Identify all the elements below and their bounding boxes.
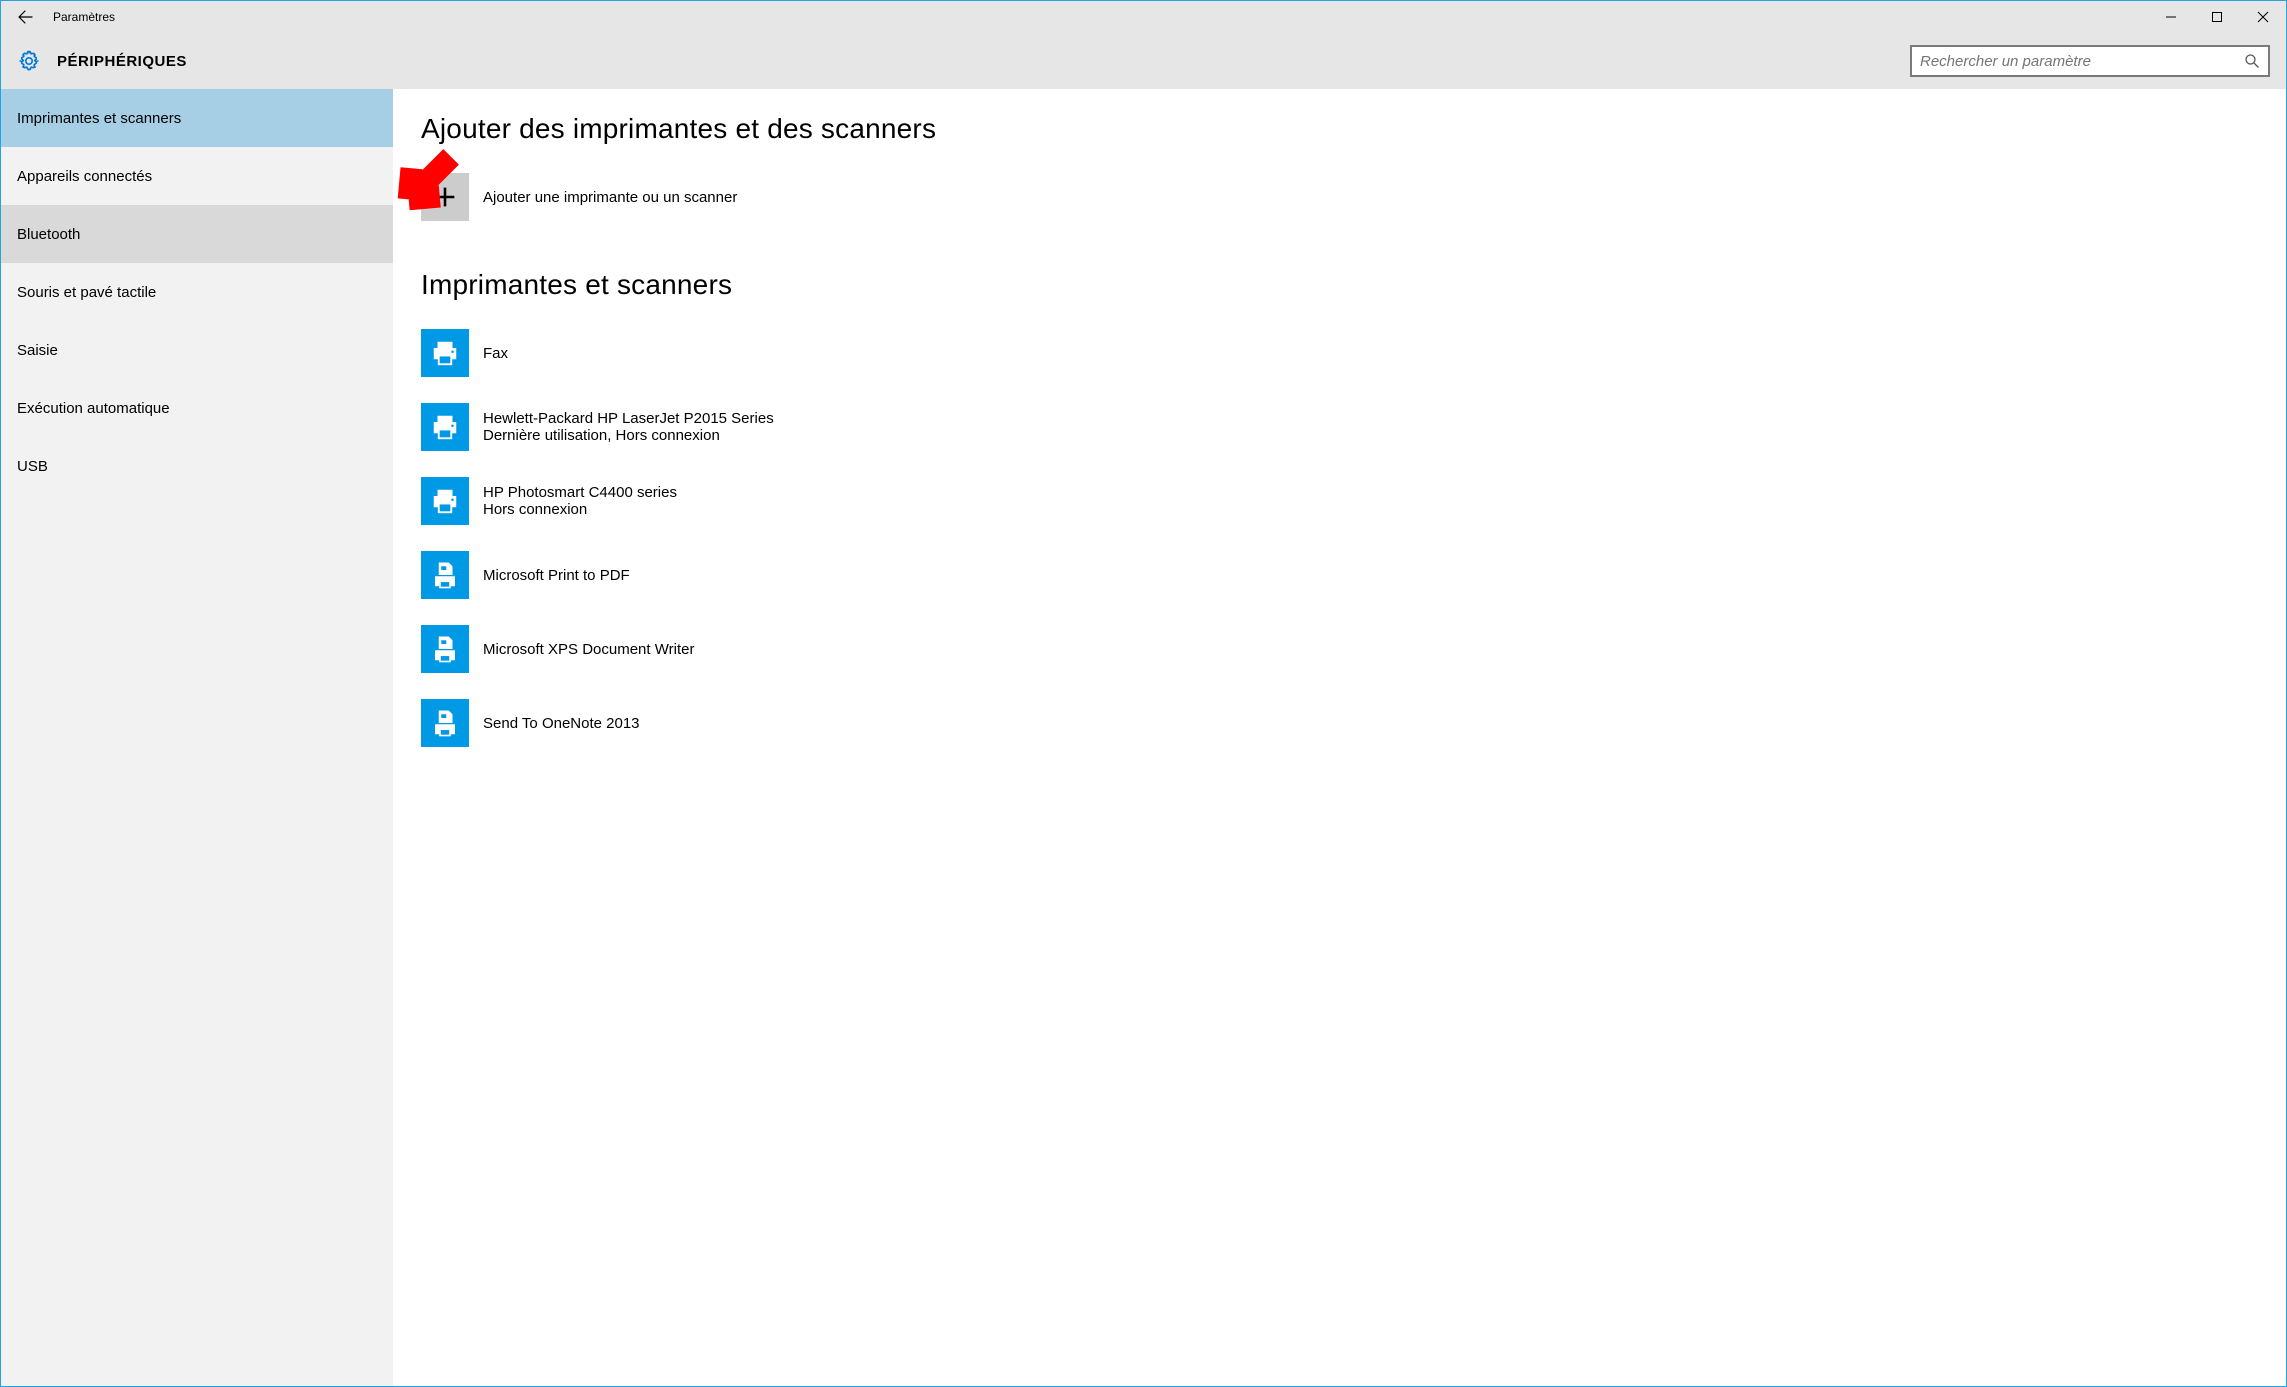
device-row[interactable]: Microsoft XPS Document Writer [421, 625, 2258, 673]
sidebar-item-usb[interactable]: USB [1, 437, 393, 495]
content-body: Imprimantes et scanners Appareils connec… [1, 89, 2286, 1386]
main-content: Ajouter des imprimantes et des scanners … [393, 89, 2286, 1386]
add-label: Ajouter une imprimante ou un scanner [483, 189, 737, 206]
device-name: Fax [483, 345, 508, 362]
sidebar-item-label: Appareils connectés [17, 168, 152, 185]
close-icon [2257, 11, 2269, 23]
minimize-icon [2165, 11, 2177, 23]
section-title-add: Ajouter des imprimantes et des scanners [421, 113, 2258, 145]
title-bar: Paramètres [1, 1, 2286, 33]
sidebar-item-connected-devices[interactable]: Appareils connectés [1, 147, 393, 205]
app-title: Paramètres [53, 10, 115, 24]
section-title-list: Imprimantes et scanners [421, 269, 2258, 301]
close-button[interactable] [2240, 1, 2286, 33]
sidebar-item-label: Souris et pavé tactile [17, 284, 156, 301]
minimize-button[interactable] [2148, 1, 2194, 33]
device-name: Microsoft Print to PDF [483, 567, 630, 584]
device-name: HP Photosmart C4400 series [483, 484, 677, 501]
sidebar-item-label: Bluetooth [17, 226, 80, 243]
sidebar: Imprimantes et scanners Appareils connec… [1, 89, 393, 1386]
device-row[interactable]: Microsoft Print to PDF [421, 551, 2258, 599]
sidebar-item-bluetooth[interactable]: Bluetooth [1, 205, 393, 263]
printer-icon [421, 477, 469, 525]
sidebar-item-label: Saisie [17, 342, 58, 359]
device-status: Hors connexion [483, 501, 677, 518]
sidebar-item-autoplay[interactable]: Exécution automatique [1, 379, 393, 437]
device-name: Hewlett-Packard HP LaserJet P2015 Series [483, 410, 774, 427]
gear-icon [17, 49, 41, 73]
sidebar-item-label: Imprimantes et scanners [17, 110, 181, 127]
sidebar-item-label: USB [17, 458, 48, 475]
sidebar-item-typing[interactable]: Saisie [1, 321, 393, 379]
sidebar-item-label: Exécution automatique [17, 400, 170, 417]
printer-icon [421, 329, 469, 377]
device-name: Microsoft XPS Document Writer [483, 641, 694, 658]
search-box[interactable] [1910, 45, 2270, 77]
add-button[interactable] [421, 173, 469, 221]
maximize-button[interactable] [2194, 1, 2240, 33]
sidebar-item-printers-scanners[interactable]: Imprimantes et scanners [1, 89, 393, 147]
plus-icon [431, 183, 459, 211]
document-printer-icon [421, 699, 469, 747]
document-printer-icon [421, 551, 469, 599]
add-printer-row[interactable]: Ajouter une imprimante ou un scanner [421, 173, 2258, 221]
arrow-left-icon [17, 9, 33, 25]
device-row[interactable]: HP Photosmart C4400 series Hors connexio… [421, 477, 2258, 525]
device-row[interactable]: Send To OneNote 2013 [421, 699, 2258, 747]
maximize-icon [2211, 11, 2223, 23]
document-printer-icon [421, 625, 469, 673]
device-name: Send To OneNote 2013 [483, 715, 640, 732]
category-title: PÉRIPHÉRIQUES [57, 53, 187, 70]
back-button[interactable] [1, 1, 49, 33]
printer-icon [421, 403, 469, 451]
settings-window: Paramètres PÉRIPHÉRIQUES [0, 0, 2287, 1387]
device-status: Dernière utilisation, Hors connexion [483, 427, 774, 444]
search-icon [2244, 53, 2260, 69]
device-row[interactable]: Fax [421, 329, 2258, 377]
device-row[interactable]: Hewlett-Packard HP LaserJet P2015 Series… [421, 403, 2258, 451]
search-input[interactable] [1920, 53, 2244, 70]
sidebar-item-mouse-touchpad[interactable]: Souris et pavé tactile [1, 263, 393, 321]
header-bar: PÉRIPHÉRIQUES [1, 33, 2286, 89]
